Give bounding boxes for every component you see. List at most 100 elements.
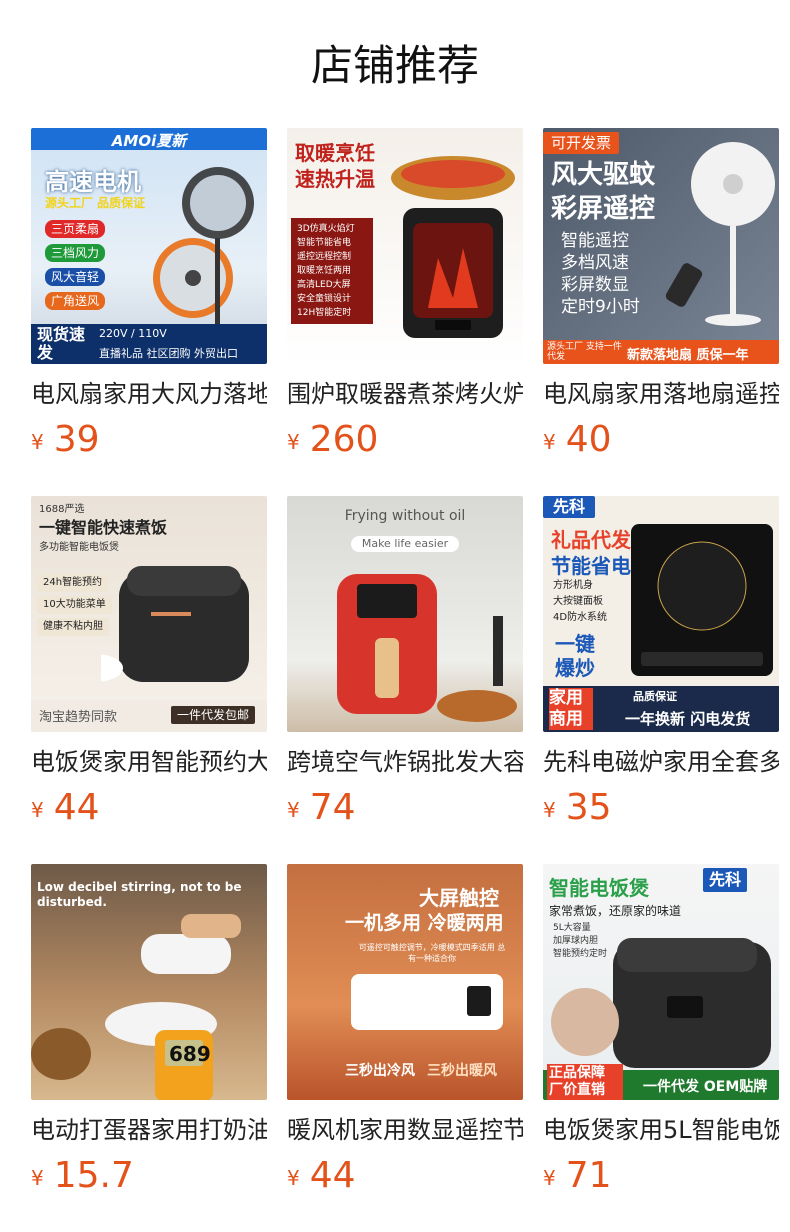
cooker-illustration <box>101 566 249 682</box>
currency-symbol: ¥ <box>543 430 556 454</box>
feature-text: 遥控远程控制 <box>297 252 352 262</box>
product-price: ¥35 <box>543 786 612 830</box>
feature-tag: 三页柔扇 <box>45 220 106 238</box>
product-name[interactable]: 跨境空气炸锅批发大容量 <box>287 746 523 778</box>
product-name[interactable]: 电动打蛋器家用打奶油机 <box>31 1114 267 1146</box>
product-name[interactable]: 暖风机家用数显遥控节能 <box>287 1114 523 1146</box>
product-price: ¥15.7 <box>31 1154 134 1198</box>
air-fryer-illustration <box>337 574 517 722</box>
headline: 取暖烹饪 <box>295 141 375 165</box>
currency-symbol: ¥ <box>287 1166 300 1190</box>
heater-illustration <box>391 156 515 338</box>
feature-text: 方形机身 <box>553 580 593 591</box>
footer-right: 一件代发 OEM贴牌 <box>643 1079 768 1095</box>
feature-text: 彩屏数显 <box>561 275 629 295</box>
product-price: ¥44 <box>287 1154 356 1198</box>
brand-label: AMOi夏新 <box>111 132 187 150</box>
product-image-fan[interactable]: AMOi夏新 高速电机 源头工厂 品质保证 三页柔扇 三档风力 风大音轻 广角送… <box>31 128 267 364</box>
feature-text: 定时9小时 <box>561 297 640 317</box>
currency-symbol: ¥ <box>287 430 300 454</box>
product-price: ¥71 <box>543 1154 612 1198</box>
product-name[interactable]: 围炉取暖器煮茶烤火炉 <box>287 378 523 410</box>
product-card[interactable]: AMOi夏新 高速电机 源头工厂 品质保证 三页柔扇 三档风力 风大音轻 广角送… <box>31 128 267 460</box>
product-price: ¥39 <box>31 418 100 462</box>
product-price: ¥74 <box>287 786 356 830</box>
big-label: 一键爆炒 <box>555 632 595 680</box>
mixer-illustration <box>31 914 241 1100</box>
headline: 彩屏遥控 <box>551 194 656 224</box>
product-name[interactable]: 电饭煲家用5L智能电饭锅 <box>543 1114 779 1146</box>
price-value: 44 <box>309 1155 356 1196</box>
product-card[interactable]: 取暖烹饪 速热升温 3D仿真火焰灯 智能节能省电 遥控远程控制 取暖烹饪两用 高… <box>287 128 523 460</box>
feature-tag: 风大音轻 <box>45 268 106 286</box>
product-image-hand-mixer[interactable]: Low decibel stirring, not to be disturbe… <box>31 864 267 1100</box>
feature-text: 智能节能省电 <box>297 238 352 248</box>
currency-symbol: ¥ <box>31 430 44 454</box>
price-value: 40 <box>565 419 612 460</box>
product-price: ¥44 <box>31 786 100 830</box>
subheadline: 多功能智能电饭煲 <box>39 542 119 553</box>
product-name[interactable]: 电饭煲家用智能预约大容量 <box>31 746 267 778</box>
subheadline: Make life easier <box>351 536 459 552</box>
fan-illustration <box>665 142 775 326</box>
cooker-illustration <box>631 524 773 676</box>
product-card[interactable]: 先科 礼品代发 节能省电 方形机身 大按键面板 4D防水系统 一键爆炒 家用商用… <box>543 496 779 828</box>
product-image-rice-cooker[interactable]: 1688严选 一键智能快速煮饭 多功能智能电饭煲 24h智能预约 10大功能菜单… <box>31 496 267 732</box>
currency-symbol: ¥ <box>31 1166 44 1190</box>
footer-right: 一年换新 闪电发货 <box>625 710 751 728</box>
heater-illustration <box>351 974 503 1030</box>
product-image-heater[interactable]: 取暖烹饪 速热升温 3D仿真火焰灯 智能节能省电 遥控远程控制 取暖烹饪两用 高… <box>287 128 523 364</box>
subheadline: 家常煮饭，还原家的味道 <box>549 904 682 918</box>
fan-illustration <box>153 167 254 333</box>
voltage-label: 220V / 110V <box>99 327 167 340</box>
footer-left: 家用商用 <box>549 688 593 730</box>
product-image-air-fryer[interactable]: Frying without oil Make life easier <box>287 496 523 732</box>
feature-text: 12H智能定时 <box>297 308 352 318</box>
feature-text: 智能遥控 <box>561 231 629 251</box>
footer-tag: 品质保证 <box>633 690 677 703</box>
product-card[interactable]: 可开发票 风大驱蚊 彩屏遥控 智能遥控 多档风速 彩屏数显 定时9小时 源头工厂… <box>543 128 779 460</box>
cooker-illustration <box>551 938 771 1068</box>
product-image-remote-fan[interactable]: 可开发票 风大驱蚊 彩屏遥控 智能遥控 多档风速 彩屏数显 定时9小时 源头工厂… <box>543 128 779 364</box>
badge: 现货速发 <box>37 325 86 362</box>
product-image-wall-heater[interactable]: 大屏触控 一机多用 冷暖两用 可遥控可触控调节，冷暖模式四季适用 总有一种适合你… <box>287 864 523 1100</box>
currency-symbol: ¥ <box>543 1166 556 1190</box>
product-card[interactable]: 1688严选 一键智能快速煮饭 多功能智能电饭煲 24h智能预约 10大功能菜单… <box>31 496 267 828</box>
product-card[interactable]: 大屏触控 一机多用 冷暖两用 可遥控可触控调节，冷暖模式四季适用 总有一种适合你… <box>287 864 523 1196</box>
footer-left: 淘宝趋势同款 <box>39 710 118 725</box>
footer-right: 一件代发包邮 <box>171 706 256 724</box>
headline: 智能电饭煲 <box>549 876 649 900</box>
price-value: 260 <box>309 419 379 460</box>
feature-tag: 广角送风 <box>45 292 106 310</box>
invoice-tag: 可开发票 <box>543 132 620 154</box>
headline: Frying without oil <box>344 508 466 524</box>
footer-label: 直播礼品 社区团购 外贸出口 <box>99 347 238 360</box>
headline: 礼品代发 <box>551 528 631 552</box>
cold-label: 三秒出冷风 <box>345 1063 415 1079</box>
product-card[interactable]: Low decibel stirring, not to be disturbe… <box>31 864 267 1196</box>
headline: 风大驱蚊 <box>551 160 656 190</box>
product-name[interactable]: 先科电磁炉家用全套多功能 <box>543 746 779 778</box>
product-card[interactable]: Frying without oil Make life easier 跨境空气… <box>287 496 523 828</box>
product-image-induction-cooker[interactable]: 先科 礼品代发 节能省电 方形机身 大按键面板 4D防水系统 一键爆炒 家用商用… <box>543 496 779 732</box>
feature-tag: 健康不粘内胆 <box>37 618 109 636</box>
page-title: 店铺推荐 <box>310 41 479 90</box>
feature-text: 安全童锁设计 <box>297 294 352 304</box>
feature-text: 3D仿真火焰灯 <box>297 224 355 234</box>
feature-text: 大按键面板 <box>553 596 603 607</box>
price-value: 15.7 <box>53 1155 134 1196</box>
product-name[interactable]: 电风扇家用落地扇遥控 <box>543 378 779 410</box>
feature-text: 多档风速 <box>561 253 629 273</box>
brand-tag: 先科 <box>543 496 596 518</box>
price-value: 39 <box>53 419 100 460</box>
feature-text: 取暖烹饪两用 <box>297 266 352 276</box>
headline: 速热升温 <box>295 167 375 191</box>
product-name[interactable]: 电风扇家用大风力落地扇 <box>31 378 267 410</box>
currency-symbol: ¥ <box>543 798 556 822</box>
tag: 1688严选 <box>39 504 85 515</box>
product-card[interactable]: 智能电饭煲 先科 家常煮饭，还原家的味道 5L大容量 加厚球内胆 智能预约定时 … <box>543 864 779 1196</box>
headline: 节能省电 <box>551 554 631 578</box>
feature-text: 高清LED大屏 <box>297 280 351 290</box>
product-price: ¥260 <box>287 418 378 462</box>
product-image-rice-cooker-5l[interactable]: 智能电饭煲 先科 家常煮饭，还原家的味道 5L大容量 加厚球内胆 智能预约定时 … <box>543 864 779 1100</box>
